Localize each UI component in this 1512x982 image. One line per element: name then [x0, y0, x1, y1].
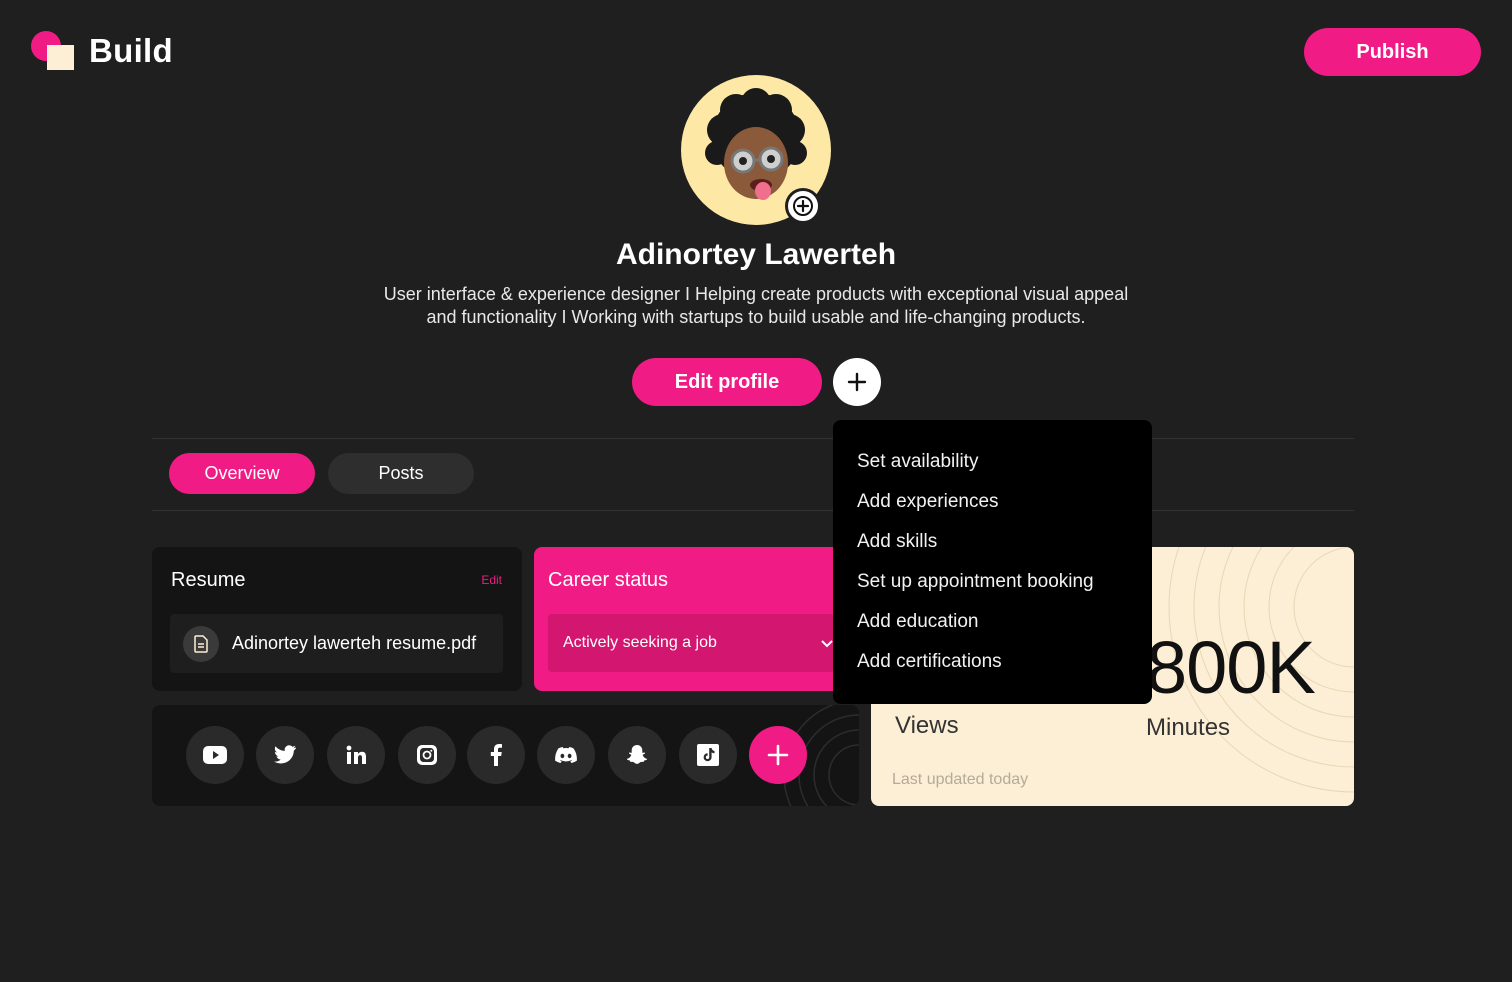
edit-profile-button[interactable]: Edit profile — [632, 358, 822, 406]
tiktok-icon — [697, 744, 719, 766]
resume-edit-link[interactable]: Edit — [481, 573, 502, 587]
plus-icon — [793, 196, 813, 216]
divider — [152, 510, 1354, 511]
publish-button[interactable]: Publish — [1304, 28, 1481, 76]
profile-bio: User interface & experience designer I H… — [356, 283, 1156, 329]
menu-item-add-skills[interactable]: Add skills — [833, 530, 1152, 570]
logo-mark-icon — [31, 31, 75, 71]
stats-minutes-label: Minutes — [1146, 714, 1231, 741]
instagram-button[interactable] — [398, 726, 456, 784]
stats-value: 800K — [1146, 626, 1316, 709]
menu-item-add-experiences[interactable]: Add experiences — [833, 490, 1152, 530]
tiktok-button[interactable] — [679, 726, 737, 784]
resume-file[interactable]: Adinortey lawerteh resume.pdf — [170, 614, 503, 673]
menu-item-add-education[interactable]: Add education — [833, 610, 1152, 650]
snapchat-button[interactable] — [608, 726, 666, 784]
divider — [152, 438, 1354, 439]
app-name: Build — [89, 32, 173, 69]
profile-bio-line: and functionality I Working with startup… — [426, 307, 1086, 327]
resume-card: Resume Edit Adinortey lawerteh resume.pd… — [152, 547, 522, 691]
plus-icon — [847, 372, 867, 392]
youtube-icon — [203, 746, 227, 764]
menu-item-add-certifications[interactable]: Add certifications — [833, 650, 1152, 690]
facebook-button[interactable] — [467, 726, 525, 784]
app-logo[interactable]: Build — [31, 31, 173, 71]
career-status-value: Actively seeking a job — [563, 634, 717, 651]
career-status-select[interactable]: Actively seeking a job — [548, 614, 834, 672]
add-section-menu: Set availability Add experiences Add ski… — [833, 420, 1152, 704]
twitter-icon — [274, 745, 296, 764]
avatar-add-button[interactable] — [785, 188, 821, 224]
profile-name: Adinortey Lawerteh — [615, 238, 897, 271]
resume-file-name: Adinortey lawerteh resume.pdf — [232, 633, 477, 653]
discord-icon — [555, 747, 577, 763]
plus-icon — [767, 744, 789, 766]
stats-views-label: Views — [895, 712, 959, 739]
add-section-button[interactable] — [833, 358, 881, 406]
linkedin-icon — [346, 745, 366, 764]
twitter-button[interactable] — [256, 726, 314, 784]
tab-posts[interactable]: Posts — [328, 453, 474, 494]
menu-item-appointment-booking[interactable]: Set up appointment booking — [833, 570, 1152, 610]
discord-button[interactable] — [537, 726, 595, 784]
instagram-icon — [417, 745, 437, 765]
add-social-button[interactable] — [749, 726, 807, 784]
youtube-button[interactable] — [186, 726, 244, 784]
menu-item-set-availability[interactable]: Set availability — [833, 450, 1152, 490]
linkedin-button[interactable] — [327, 726, 385, 784]
career-status-title: Career status — [548, 569, 669, 591]
snapchat-icon — [626, 745, 648, 764]
resume-title: Resume — [171, 569, 246, 591]
tab-overview[interactable]: Overview — [169, 453, 315, 494]
social-links-card — [152, 705, 859, 806]
stats-updated: Last updated today — [892, 771, 1029, 788]
chevron-down-icon — [821, 640, 833, 648]
document-icon — [183, 625, 219, 662]
career-status-card: Career status Actively seeking a job — [534, 547, 844, 691]
profile-bio-line: User interface & experience designer I H… — [383, 284, 1129, 304]
facebook-icon — [490, 744, 502, 766]
